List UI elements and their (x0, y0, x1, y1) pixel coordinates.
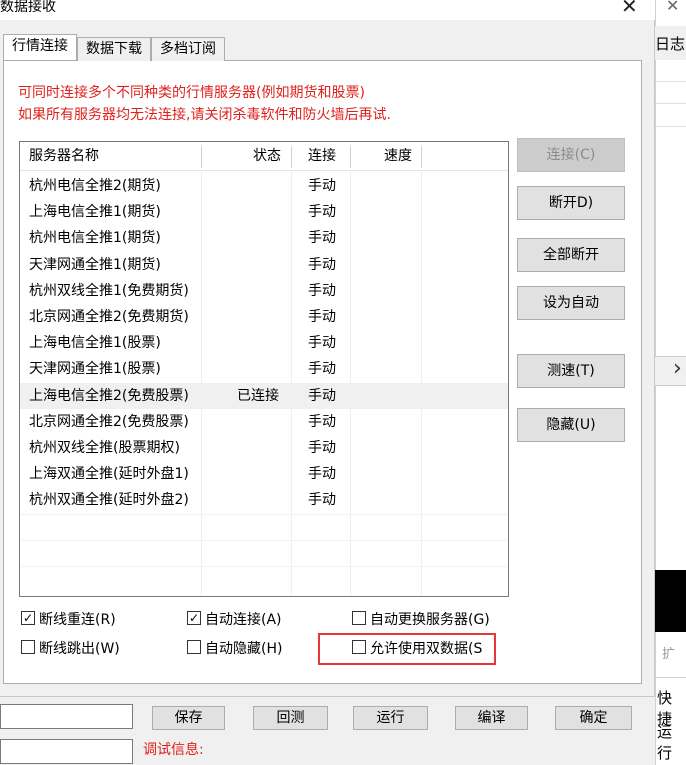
table-row[interactable]: 杭州双通全推(延时外盘2) 手动 (20, 487, 508, 513)
checkmark-icon: ✓ (188, 611, 200, 625)
disconnect-all-button[interactable]: 全部断开 (517, 238, 625, 272)
bottom-input[interactable] (0, 704, 133, 729)
connection-cell: 手动 (308, 361, 336, 378)
log-tab[interactable]: 日志 (655, 33, 685, 54)
empty-row-line (20, 513, 508, 515)
background-close-icon[interactable]: ✕ (666, 0, 679, 15)
auto-connect-label[interactable]: 自动连接(A) (205, 609, 282, 629)
background-divider (655, 103, 686, 104)
column-header-speed[interactable]: 速度 (384, 142, 412, 171)
dialog-titlebar (0, 0, 655, 20)
column-divider[interactable] (201, 146, 202, 168)
auto-connect-checkbox[interactable]: ✓ (187, 611, 201, 625)
run-label: 运行 (657, 723, 673, 762)
table-row[interactable]: 北京网通全推2(免费期货) 手动 (20, 304, 508, 330)
connection-cell: 手动 (308, 178, 336, 194)
background-divider (655, 126, 686, 127)
table-row[interactable]: 上海电信全推2(免费股票) 已连接 手动 (20, 382, 508, 409)
speed-test-button[interactable]: 测速(T) (517, 354, 625, 388)
reconnect-checkbox[interactable]: ✓ (21, 611, 35, 625)
hide-button[interactable]: 隐藏(U) (517, 408, 625, 442)
column-divider[interactable] (291, 146, 292, 168)
table-row[interactable]: 北京网通全推2(免费股票) 手动 (20, 409, 508, 435)
table-row[interactable]: 杭州电信全推1(期货) 手动 (20, 225, 508, 251)
column-header-status[interactable]: 状态 (253, 142, 281, 171)
server-name-cell: 北京网通全推2(免费期货) (29, 309, 189, 325)
connection-cell: 手动 (308, 335, 336, 352)
table-row[interactable]: 杭州电信全推2(期货) 手动 (20, 173, 508, 199)
connection-cell: 手动 (308, 466, 336, 483)
connection-cell: 手动 (308, 413, 336, 430)
table-row[interactable]: 上海电信全推1(期货) 手动 (20, 199, 508, 225)
jump-out-label[interactable]: 断线跳出(W) (39, 638, 120, 658)
server-name-cell: 上海电信全推2(免费股票) (29, 387, 189, 404)
table-row[interactable]: 天津网通全推1(期货) 手动 (20, 252, 508, 278)
warning-line-1: 可同时连接多个不同种类的行情服务器(例如期货和股票) (18, 85, 365, 101)
save-button[interactable]: 保存 (152, 706, 225, 730)
connect-button[interactable]: 连接(C) (517, 138, 625, 172)
ok-button[interactable]: 确定 (555, 706, 632, 730)
server-name-cell: 杭州电信全推2(期货) (29, 178, 161, 194)
auto-switch-server-label[interactable]: 自动更换服务器(G) (370, 609, 490, 629)
expand-label: 扩 (662, 647, 676, 662)
auto-hide-checkbox[interactable] (187, 640, 201, 654)
tab-data-download[interactable]: 数据下载 (77, 37, 151, 61)
connection-cell: 手动 (308, 440, 336, 456)
column-divider[interactable] (350, 146, 351, 168)
bottom-input-2[interactable] (0, 739, 133, 764)
server-name-cell: 天津网通全推1(股票) (29, 361, 161, 378)
tab-market-connect[interactable]: 行情连接 (3, 34, 77, 60)
server-name-cell: 北京网通全推2(免费股票) (29, 413, 189, 430)
background-divider (655, 81, 686, 82)
server-name-cell: 上海电信全推1(期货) (29, 204, 161, 221)
status-cell: 已连接 (237, 387, 279, 404)
table-row[interactable]: 杭州双线全推(股票期权) 手动 (20, 435, 508, 461)
run-button[interactable]: 运行 (353, 706, 428, 730)
highlight-box (318, 633, 496, 665)
background-dark-panel (655, 570, 686, 632)
column-header-server-name[interactable]: 服务器名称 (29, 142, 99, 171)
reconnect-label[interactable]: 断线重连(R) (39, 609, 116, 629)
jump-out-checkbox[interactable] (21, 640, 35, 654)
checkmark-icon: ✓ (22, 611, 34, 625)
backtest-button[interactable]: 回测 (253, 706, 328, 730)
dialog-title: 数据接收 (0, 0, 56, 15)
table-row[interactable]: 上海双通全推(延时外盘1) 手动 (20, 461, 508, 487)
table-row[interactable]: 上海电信全推1(股票) 手动 (20, 330, 508, 356)
server-name-cell: 上海双通全推(延时外盘1) (29, 466, 189, 483)
column-divider[interactable] (421, 146, 422, 168)
close-icon[interactable]: ✕ (621, 0, 638, 18)
server-name-cell: 上海电信全推1(股票) (29, 335, 161, 352)
debug-info-label: 调试信息: (143, 742, 204, 758)
warning-line-2: 如果所有服务器均无法连接,请关闭杀毒软件和防火墙后再试. (18, 107, 391, 123)
chevron-right-icon[interactable]: › (673, 356, 682, 381)
disconnect-button[interactable]: 断开D) (517, 186, 625, 220)
auto-hide-label[interactable]: 自动隐藏(H) (205, 638, 282, 658)
server-name-cell: 杭州双线全推1(免费期货) (29, 282, 189, 299)
connection-cell: 手动 (308, 387, 336, 404)
connection-cell: 手动 (308, 492, 336, 509)
connection-cell: 手动 (308, 282, 336, 299)
connection-cell: 手动 (308, 256, 336, 273)
server-name-cell: 杭州电信全推1(期货) (29, 230, 161, 247)
connection-cell: 手动 (308, 204, 336, 221)
compile-button[interactable]: 编译 (455, 706, 528, 730)
table-row[interactable]: 天津网通全推1(股票) 手动 (20, 356, 508, 382)
connection-cell: 手动 (308, 230, 336, 247)
column-header-connection[interactable]: 连接 (308, 142, 336, 171)
connection-cell: 手动 (308, 309, 336, 325)
empty-row-line (20, 539, 508, 541)
auto-switch-server-checkbox[interactable] (352, 611, 366, 625)
background-divider (655, 677, 686, 678)
server-list-header: 服务器名称 状态 连接 速度 (20, 142, 508, 171)
server-name-cell: 天津网通全推1(期货) (29, 256, 161, 273)
server-name-cell: 杭州双通全推(延时外盘2) (29, 492, 189, 509)
server-name-cell: 杭州双线全推(股票期权) (29, 440, 180, 456)
tab-multi-level-subscribe[interactable]: 多档订阅 (151, 37, 225, 61)
server-list[interactable]: 服务器名称 状态 连接 速度 杭州电信全推2(期货) 手动 上海电信全推1(期货) 手… (19, 141, 509, 597)
table-row[interactable]: 杭州双线全推1(免费期货) 手动 (20, 278, 508, 304)
empty-row-line (20, 566, 508, 567)
set-auto-button[interactable]: 设为自动 (517, 286, 625, 320)
